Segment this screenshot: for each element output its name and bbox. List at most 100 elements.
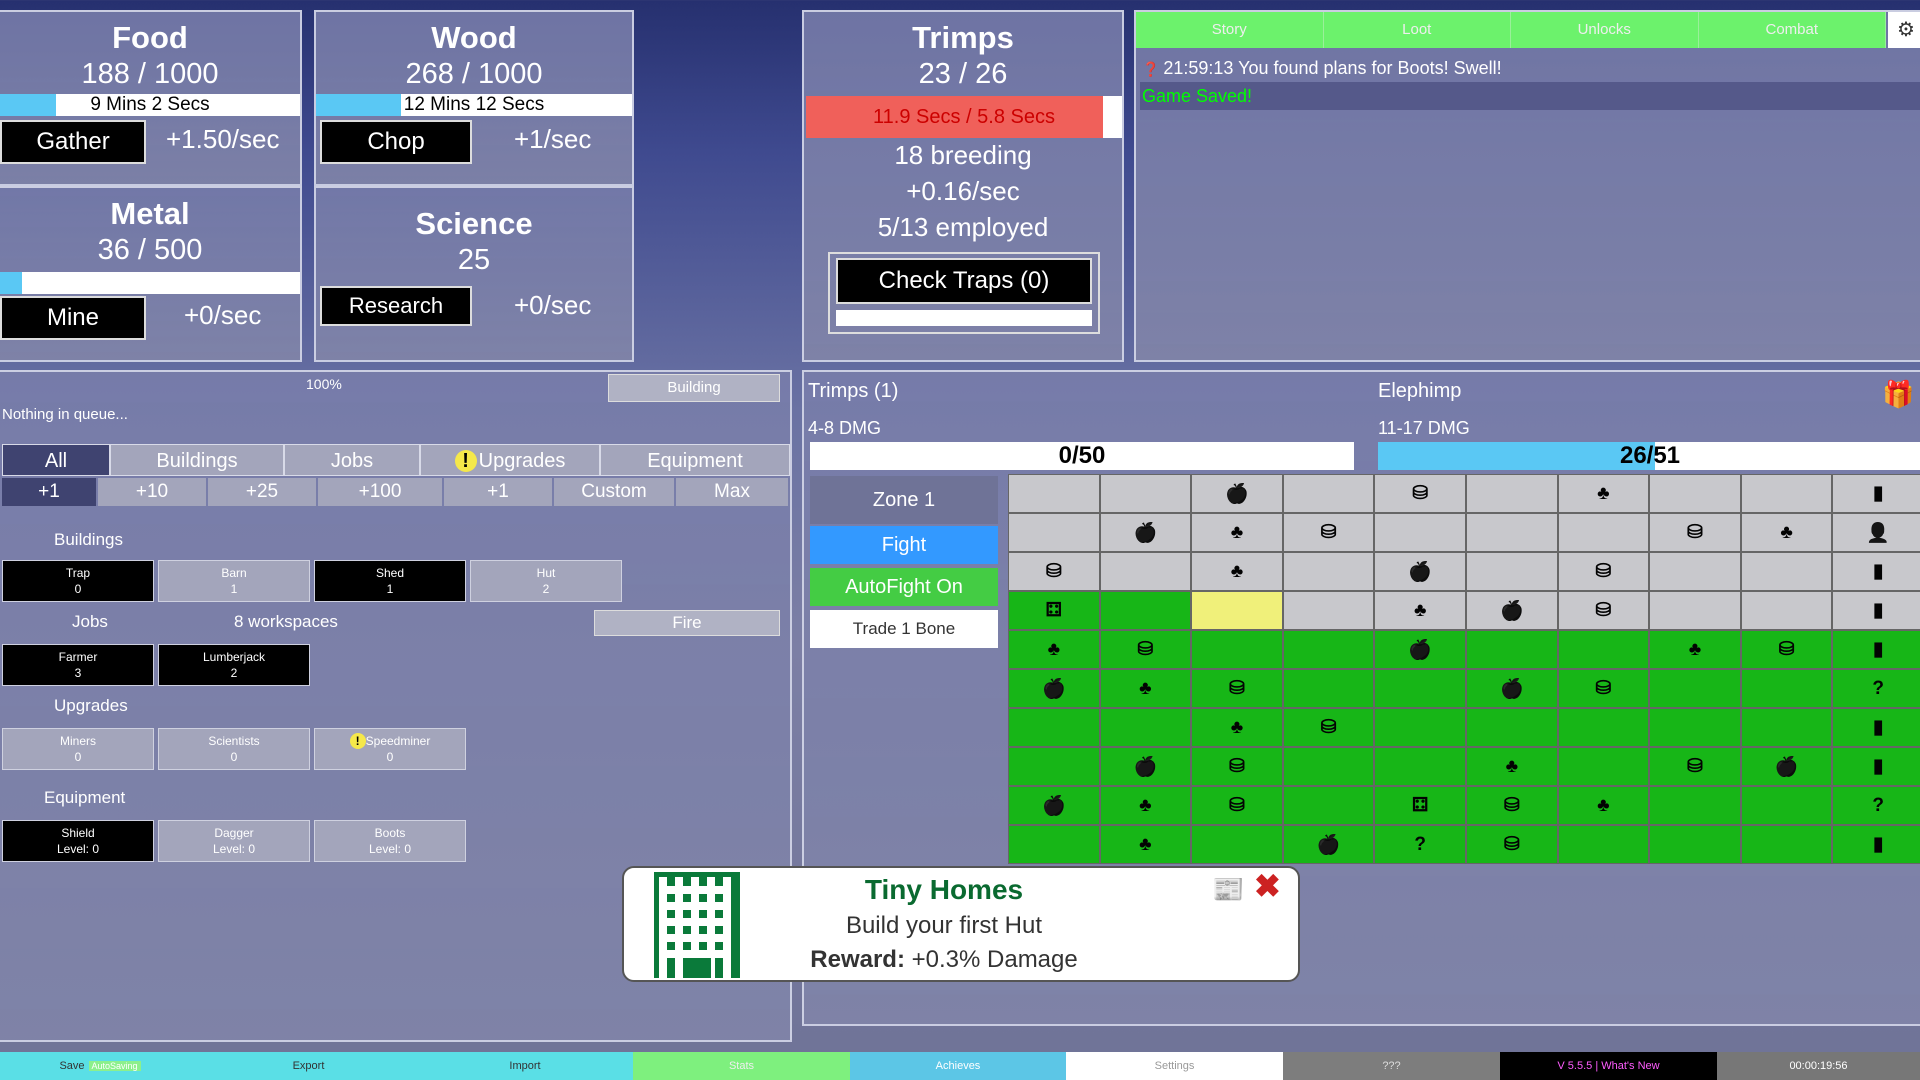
map-cell[interactable]: 🍎	[1008, 669, 1100, 708]
map-cell[interactable]: ?	[1832, 669, 1920, 708]
map-cell[interactable]	[1740, 708, 1833, 747]
map-cell[interactable]: ⛁	[1557, 552, 1650, 591]
map-cell[interactable]: ♣	[1191, 708, 1283, 747]
autofight-button[interactable]: AutoFight On	[810, 568, 998, 606]
footer-00-00-19-56-button[interactable]: 00:00:19:56	[1717, 1052, 1920, 1080]
map-cell[interactable]: ♣	[1374, 591, 1466, 630]
map-cell[interactable]: ⛁	[1374, 474, 1466, 513]
buildings-trap-button[interactable]: Trap 0	[2, 560, 154, 602]
map-cell[interactable]	[1649, 825, 1741, 864]
map-cell[interactable]: ♣	[1649, 630, 1741, 669]
map-cell[interactable]: 🍎	[1282, 825, 1375, 864]
map-cell[interactable]	[1466, 630, 1558, 669]
map-cell[interactable]	[1008, 474, 1100, 513]
upgrades-speedminer-button[interactable]: ! Speedminer 0	[314, 728, 466, 770]
map-cell[interactable]	[1740, 786, 1833, 825]
equipment-dagger-button[interactable]: Dagger Level: 0	[158, 820, 310, 862]
research-button[interactable]: Research	[320, 286, 472, 326]
map-cell[interactable]: ♣	[1099, 786, 1192, 825]
map-cell[interactable]: ♣	[1557, 786, 1650, 825]
map-cell[interactable]: ♣	[1008, 630, 1100, 669]
map-cell[interactable]: ⛁	[1649, 513, 1741, 552]
log-tab-loot[interactable]: Loot	[1323, 12, 1511, 48]
map-cell[interactable]	[1466, 474, 1558, 513]
map-cell[interactable]	[1099, 474, 1192, 513]
map-cell[interactable]: 🍎	[1466, 591, 1558, 630]
map-cell[interactable]	[1466, 513, 1558, 552]
map-cell[interactable]: 👤	[1832, 513, 1920, 552]
amount-option[interactable]: +10	[98, 478, 206, 506]
buildings-hut-button[interactable]: Hut 2	[470, 560, 622, 602]
map-cell[interactable]	[1099, 708, 1192, 747]
map-cell[interactable]	[1191, 825, 1283, 864]
map-cell[interactable]: ♣	[1740, 513, 1833, 552]
log-tab-unlocks[interactable]: Unlocks	[1511, 12, 1699, 48]
map-cell[interactable]: ⛁	[1557, 591, 1650, 630]
map-cell[interactable]: ♣	[1557, 474, 1650, 513]
jobs-farmer-button[interactable]: Farmer 3	[2, 644, 154, 686]
map-cell[interactable]: 🍎	[1740, 747, 1833, 786]
map-cell[interactable]	[1282, 552, 1375, 591]
map-cell[interactable]: ♣	[1099, 669, 1192, 708]
map-cell[interactable]: ⚃	[1374, 786, 1466, 825]
map-cell[interactable]	[1649, 708, 1741, 747]
map-cell[interactable]: ⛁	[1466, 825, 1558, 864]
map-cell[interactable]: ▮	[1832, 825, 1920, 864]
buy-tab-equipment[interactable]: Equipment	[600, 444, 790, 476]
amount-option[interactable]: +100	[318, 478, 442, 506]
footer-import-button[interactable]: Import	[417, 1052, 633, 1080]
chop-button[interactable]: Chop	[320, 120, 472, 164]
map-cell[interactable]: ▮	[1832, 552, 1920, 591]
map-cell[interactable]: ♣	[1191, 513, 1283, 552]
map-cell[interactable]	[1282, 591, 1375, 630]
map-cell[interactable]: ♣	[1191, 552, 1283, 591]
map-cell[interactable]: 🍎	[1466, 669, 1558, 708]
newspaper-icon[interactable]: 📰	[1212, 876, 1244, 902]
amount-option[interactable]: +1	[2, 478, 96, 506]
map-cell[interactable]	[1282, 786, 1375, 825]
amount-option[interactable]: +1	[444, 478, 552, 506]
map-cell[interactable]	[1649, 591, 1741, 630]
map-cell[interactable]: ⛁	[1008, 552, 1100, 591]
map-cell[interactable]: ♣	[1466, 747, 1558, 786]
map-cell[interactable]	[1649, 669, 1741, 708]
map-cell[interactable]: 🍎	[1099, 513, 1192, 552]
check-traps-button[interactable]: Check Traps (0)	[836, 258, 1092, 304]
map-cell[interactable]	[1282, 669, 1375, 708]
map-cell[interactable]	[1374, 708, 1466, 747]
map-cell[interactable]: 🍎	[1374, 552, 1466, 591]
jobs-lumberjack-button[interactable]: Lumberjack 2	[158, 644, 310, 686]
map-cell[interactable]: 🍎	[1099, 747, 1192, 786]
map-cell[interactable]	[1191, 630, 1283, 669]
map-cell[interactable]: ♣	[1099, 825, 1192, 864]
settings-gear-button[interactable]: ⚙	[1888, 12, 1920, 48]
map-cell[interactable]	[1099, 591, 1192, 630]
fight-button[interactable]: Fight	[810, 526, 998, 564]
map-cell[interactable]	[1008, 513, 1100, 552]
buy-tab-upgrades[interactable]: ! Upgrades	[420, 444, 600, 476]
map-cell[interactable]	[1557, 630, 1650, 669]
buy-tab-buildings[interactable]: Buildings	[110, 444, 284, 476]
buy-tab-jobs[interactable]: Jobs	[284, 444, 420, 476]
map-cell[interactable]	[1740, 474, 1833, 513]
map-cell[interactable]: ⛁	[1099, 630, 1192, 669]
map-cell[interactable]	[1649, 552, 1741, 591]
map-cell[interactable]	[1557, 708, 1650, 747]
equipment-shield-button[interactable]: Shield Level: 0	[2, 820, 154, 862]
footer-v-5-5-5-what-s-new-button[interactable]: V 5.5.5 | What's New	[1500, 1052, 1717, 1080]
map-cell[interactable]	[1374, 669, 1466, 708]
map-cell[interactable]	[1282, 474, 1375, 513]
map-cell[interactable]: ⛁	[1557, 669, 1650, 708]
map-cell[interactable]	[1557, 747, 1650, 786]
gift-icon[interactable]: 🎁	[1882, 380, 1914, 408]
upgrades-scientists-button[interactable]: Scientists 0	[158, 728, 310, 770]
map-cell[interactable]	[1008, 708, 1100, 747]
map-cell[interactable]: 🍎	[1191, 474, 1283, 513]
map-cell[interactable]: ?	[1374, 825, 1466, 864]
map-cell[interactable]	[1008, 825, 1100, 864]
map-cell[interactable]	[1466, 708, 1558, 747]
map-cell[interactable]	[1557, 513, 1650, 552]
map-cell[interactable]: 🍎	[1008, 786, 1100, 825]
footer-settings-button[interactable]: Settings	[1066, 1052, 1283, 1080]
map-cell[interactable]: ⚃	[1008, 591, 1100, 630]
